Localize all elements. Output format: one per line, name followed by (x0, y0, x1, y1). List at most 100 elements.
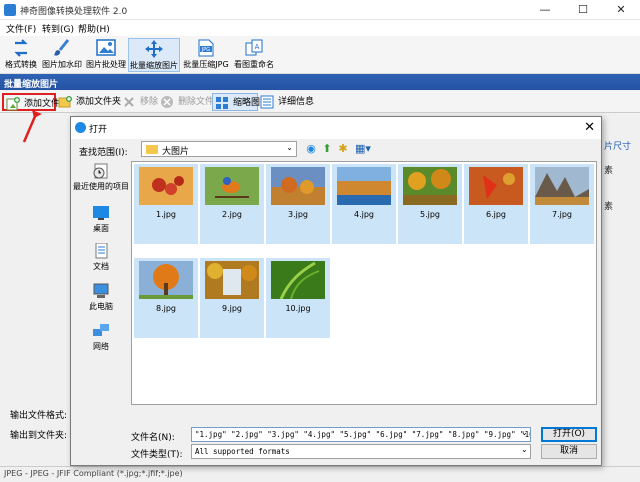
place-this-pc[interactable]: 此电脑 (71, 283, 131, 312)
close-button[interactable]: ✕ (602, 0, 640, 20)
remove-icon (124, 97, 134, 107)
cancel-button[interactable]: 取消 (541, 444, 597, 459)
format-convert-button[interactable]: 格式转换 (2, 38, 40, 72)
place-documents[interactable]: 文档 (71, 243, 131, 272)
look-in-value: 大图片 (162, 147, 190, 157)
file-item[interactable]: 8.jpg (134, 258, 198, 338)
rename-button[interactable]: A 看图重命名 (232, 38, 276, 72)
file-item[interactable]: 3.jpg (266, 164, 330, 244)
file-item[interactable]: 5.jpg (398, 164, 462, 244)
file-name: 5.jpg (419, 210, 440, 219)
output-folder-label: 输出到文件夹: (10, 431, 68, 441)
svg-text:JPG: JPG (201, 47, 210, 53)
svg-text:A: A (255, 43, 260, 51)
open-file-dialog: 打开 ✕ 查找范围(I): 大图片 ⌄ ◉ ⬆ ✱ ▦▾ 最近使用的项目 桌面 … (70, 116, 602, 466)
toolbar-label: 图片批处理 (86, 60, 126, 69)
photo-thumbnail (205, 167, 259, 205)
file-list: 1.jpg 2.jpg 3.jpg 4.jpg 5.jpg 6.jpg 7.jp… (131, 161, 597, 405)
menu-file[interactable]: 文件(F) (6, 22, 36, 35)
file-name: 7.jpg (551, 210, 572, 219)
file-item[interactable]: 7.jpg (530, 164, 594, 244)
app-icon (4, 4, 16, 16)
menu-goto[interactable]: 转到(G) (42, 22, 74, 35)
batch-process-button[interactable]: 图片批处理 (84, 38, 128, 72)
jpg-icon: JPG (198, 39, 214, 57)
file-name: 3.jpg (287, 210, 308, 219)
chevron-down-icon: ⌄ (521, 428, 528, 437)
photo-thumbnail (271, 261, 325, 299)
window-title: 神奇图像转换处理软件 2.0 (20, 7, 128, 17)
image-icon (96, 39, 116, 56)
file-item[interactable]: 4.jpg (332, 164, 396, 244)
menu-help[interactable]: 帮助(H) (78, 22, 110, 35)
filename-input[interactable]: "1.jpg" "2.jpg" "3.jpg" "4.jpg" "5.jpg" … (191, 427, 531, 442)
status-bar: JPEG - JPEG - JFIF Compliant (*.jpg;*.jf… (0, 466, 640, 482)
desktop-icon (93, 206, 109, 220)
dialog-title-bar: 打开 ✕ (71, 117, 601, 139)
filetype-select[interactable]: All supported formats (191, 444, 531, 459)
file-item[interactable]: 6.jpg (464, 164, 528, 244)
file-name: 4.jpg (353, 210, 374, 219)
dialog-title: 打开 (89, 125, 108, 135)
place-recent[interactable]: 最近使用的项目 (71, 163, 131, 192)
add-folder-label: 添加文件夹 (76, 97, 122, 107)
look-in-dropdown[interactable]: 大图片 ⌄ (141, 141, 297, 157)
toolbar-label: 批量缩放图片 (130, 61, 178, 70)
output-format-label: 输出文件格式: (10, 411, 68, 421)
file-item[interactable]: 10.jpg (266, 258, 330, 338)
title-bar: 神奇图像转换处理软件 2.0 — ☐ ✕ (0, 0, 640, 20)
details-view-button[interactable]: 详细信息 (258, 93, 314, 111)
file-item[interactable]: 9.jpg (200, 258, 264, 338)
photo-thumbnail (403, 167, 457, 205)
thumbnail-label: 缩略图 (233, 98, 261, 108)
recent-icon (93, 163, 108, 179)
place-network[interactable]: 网络 (71, 323, 131, 352)
size-label: 片尺寸 (604, 142, 632, 152)
photo-thumbnail (535, 167, 589, 205)
file-name: 8.jpg (155, 304, 176, 313)
add-file-icon (6, 97, 20, 111)
dialog-icon (75, 122, 86, 133)
computer-icon (93, 283, 109, 298)
thumbnail-icon (216, 97, 228, 109)
file-name: 9.jpg (221, 304, 242, 313)
open-button[interactable]: 打开(O) (541, 427, 597, 442)
convert-icon (14, 39, 28, 57)
pixel-label: 素 (604, 202, 614, 212)
toolbar-label: 格式转换 (5, 60, 37, 69)
toolbar-label: 图片加水印 (42, 60, 82, 69)
dialog-close-button[interactable]: ✕ (584, 120, 595, 135)
add-folder-button[interactable]: 添加文件夹 (56, 93, 122, 111)
photo-thumbnail (469, 167, 523, 205)
place-desktop[interactable]: 桌面 (71, 205, 131, 234)
toolbar-label: 批量压缩JPG (183, 60, 229, 69)
thumbnail-view-button[interactable]: 缩略图 (212, 93, 261, 111)
delete-file-button[interactable]: 删除文件 (158, 93, 214, 111)
photo-thumbnail (139, 261, 193, 299)
file-toolbar: 添加文件 添加文件夹 移除 删除文件 缩略图 详细信息 (0, 91, 640, 113)
toolbar-label: 看图重命名 (234, 60, 274, 69)
new-folder-icon[interactable]: ✱ (337, 143, 349, 155)
file-item[interactable]: 2.jpg (200, 164, 264, 244)
file-name: 6.jpg (485, 210, 506, 219)
watermark-button[interactable]: 图片加水印 (40, 38, 84, 72)
maximize-button[interactable]: ☐ (564, 0, 602, 20)
up-folder-icon[interactable]: ⬆ (321, 143, 333, 155)
look-in-label: 查找范围(I): (79, 148, 128, 158)
pixel-label: 素 (604, 166, 614, 176)
place-label: 此电脑 (89, 302, 113, 311)
photo-thumbnail (271, 167, 325, 205)
place-label: 桌面 (93, 224, 109, 233)
delete-icon (161, 96, 173, 108)
settings-panel: 片尺寸 素 素 (600, 113, 640, 413)
batch-compress-button[interactable]: JPG 批量压缩JPG (182, 38, 230, 72)
back-icon[interactable]: ◉ (305, 143, 317, 155)
batch-resize-button[interactable]: 批量缩放图片 (128, 38, 180, 72)
place-label: 最近使用的项目 (73, 182, 129, 191)
file-name: 10.jpg (285, 304, 311, 313)
arrow-annotation-icon (22, 110, 42, 143)
remove-button[interactable]: 移除 (120, 93, 160, 111)
minimize-button[interactable]: — (526, 0, 564, 20)
file-item[interactable]: 1.jpg (134, 164, 198, 244)
view-menu-icon[interactable]: ▦▾ (353, 143, 373, 155)
